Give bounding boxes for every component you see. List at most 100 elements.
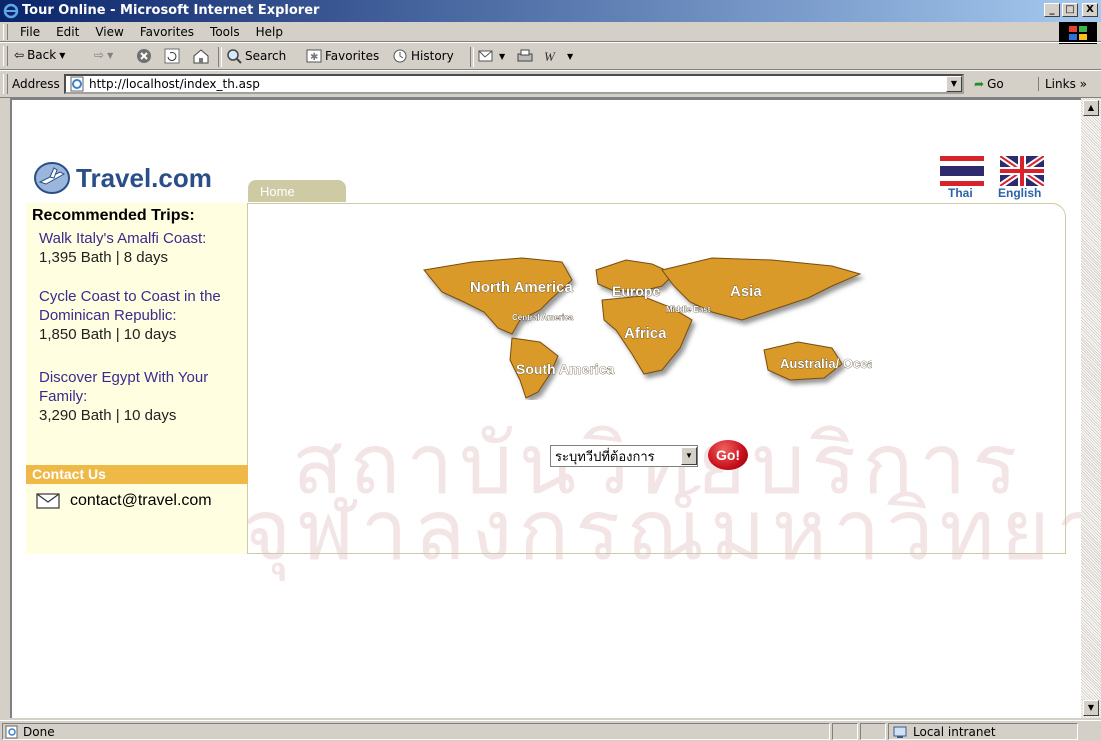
internet-explorer-icon <box>3 3 19 19</box>
home-icon <box>193 49 209 64</box>
favorites-button[interactable]: ✱ Favorites <box>306 48 379 64</box>
world-map[interactable]: North America Central America South Amer… <box>412 250 872 400</box>
address-dropdown-button[interactable]: ▼ <box>946 76 962 92</box>
thai-language-link[interactable]: Thai <box>948 186 973 200</box>
windows-logo-throbber <box>1059 22 1097 44</box>
airplane-globe-icon <box>34 162 70 194</box>
go-submit-button[interactable]: Go! <box>708 440 748 470</box>
forward-arrow-icon: ⇨ <box>94 48 105 62</box>
trip-item: Walk Italy's Amalfi Coast: 1,395 Bath | … <box>39 229 249 267</box>
toolbar-separator <box>218 47 222 67</box>
scroll-down-button[interactable]: ▼ <box>1083 700 1099 716</box>
zone-text: Local intranet <box>913 724 996 739</box>
refresh-icon <box>164 48 180 64</box>
contact-email-link[interactable]: contact@travel.com <box>36 492 212 510</box>
scroll-up-button[interactable]: ▲ <box>1083 100 1099 116</box>
contact-us-header: Contact Us <box>26 465 248 484</box>
favorites-label: Favorites <box>325 49 380 63</box>
menu-view[interactable]: View <box>87 24 131 40</box>
map-label-europe: Europe <box>612 283 660 299</box>
favorites-icon: ✱ <box>306 49 322 63</box>
address-bar: Address http://localhost/index_th.asp ▼ … <box>0 70 1101 98</box>
page-done-icon <box>5 725 18 738</box>
uk-flag-icon[interactable] <box>1000 156 1044 186</box>
go-label: Go <box>987 77 1004 91</box>
address-url: http://localhost/index_th.asp <box>89 77 260 91</box>
trip-meta: 1,850 Bath | 10 days <box>39 326 177 343</box>
minimize-button[interactable]: _ <box>1044 3 1060 17</box>
back-button[interactable]: ⇦ Back ▼ <box>14 48 65 62</box>
stop-icon <box>137 49 151 63</box>
windows-flag-icon <box>1069 26 1087 40</box>
site-name: Travel.com <box>76 162 212 193</box>
standard-toolbar: ⇦ Back ▼ ⇨ ▼ Search ✱ Favorites History … <box>0 42 1101 70</box>
search-icon <box>227 49 242 64</box>
trip-link[interactable]: Discover Egypt With Your Family: <box>39 368 249 406</box>
menu-favorites[interactable]: Favorites <box>132 24 202 40</box>
trip-link[interactable]: Cycle Coast to Coast in the Dominican Re… <box>39 287 249 325</box>
forward-button[interactable]: ⇨ ▼ <box>94 48 113 62</box>
continent-select[interactable]: ระบุทวีปที่ต้องการ ▼ <box>550 445 698 467</box>
trip-item: Cycle Coast to Coast in the Dominican Re… <box>39 287 249 344</box>
window-title: Tour Online - Microsoft Internet Explore… <box>22 3 320 18</box>
svg-text:W: W <box>544 49 556 64</box>
links-label: Links <box>1045 77 1076 91</box>
back-label: Back <box>27 48 57 62</box>
chevron-down-icon: ▼ <box>59 50 66 60</box>
print-icon <box>517 49 533 62</box>
page-icon <box>70 76 84 92</box>
chevron-down-icon: ▼ <box>107 50 114 60</box>
links-button[interactable]: Links » <box>1038 77 1087 91</box>
print-button[interactable] <box>516 48 534 64</box>
menu-edit[interactable]: Edit <box>48 24 87 40</box>
mail-icon <box>478 50 493 62</box>
menu-tools[interactable]: Tools <box>202 24 248 40</box>
address-input[interactable]: http://localhost/index_th.asp ▼ <box>64 74 964 94</box>
toolbar-grip[interactable] <box>3 24 8 40</box>
trip-link[interactable]: Walk Italy's Amalfi Coast: <box>39 229 249 248</box>
refresh-button[interactable] <box>164 48 180 64</box>
english-language-link[interactable]: English <box>998 186 1041 200</box>
chevron-right-icon: » <box>1079 77 1087 91</box>
toolbar-separator <box>470 47 474 67</box>
menu-file[interactable]: File <box>12 24 48 40</box>
back-arrow-icon: ⇦ <box>14 48 25 62</box>
window-title-bar[interactable]: Tour Online - Microsoft Internet Explore… <box>0 0 1101 22</box>
map-label-south-america: South America <box>516 361 614 377</box>
address-label: Address <box>12 77 60 91</box>
status-bar: Done Local intranet <box>0 720 1101 741</box>
go-button[interactable]: ➦ Go <box>974 77 1004 91</box>
browser-content[interactable]: สถาบันวิทยบริการ จุฬาลงกรณ์มหาวิทยาลัย T… <box>10 98 1081 718</box>
svg-text:✱: ✱ <box>310 52 318 63</box>
menu-help[interactable]: Help <box>248 24 291 40</box>
chevron-down-icon[interactable]: ▼ <box>681 447 697 465</box>
status-text: Done <box>23 724 55 739</box>
close-button[interactable]: X <box>1082 3 1098 17</box>
home-button[interactable] <box>192 48 210 64</box>
tab-home[interactable]: Home <box>248 180 346 202</box>
chevron-down-icon: ▼ <box>499 51 506 61</box>
go-arrow-icon: ➦ <box>974 77 985 91</box>
toolbar-grip[interactable] <box>3 46 8 66</box>
map-label-north-america: North America <box>470 279 573 296</box>
security-zone-pane[interactable]: Local intranet <box>888 723 1078 740</box>
history-button[interactable]: History <box>392 48 454 64</box>
menu-bar: File Edit View Favorites Tools Help <box>0 22 1101 44</box>
vertical-scrollbar[interactable]: ▲ ▼ <box>1081 98 1101 718</box>
continent-select-value: ระบุทวีปที่ต้องการ <box>555 449 655 465</box>
web-page: สถาบันวิทยบริการ จุฬาลงกรณ์มหาวิทยาลัย T… <box>12 100 1081 718</box>
toolbar-grip[interactable] <box>3 74 8 94</box>
map-label-asia: Asia <box>730 283 762 300</box>
edit-word-button[interactable]: W ▼ <box>544 48 573 64</box>
search-label: Search <box>245 49 287 63</box>
mail-button[interactable]: ▼ <box>478 48 505 64</box>
search-button[interactable]: Search <box>226 48 286 64</box>
stop-button[interactable] <box>136 48 152 64</box>
chevron-down-icon: ▼ <box>567 51 574 61</box>
north-america-shape[interactable] <box>423 257 573 335</box>
maximize-button[interactable]: □ <box>1062 3 1078 17</box>
site-logo[interactable]: Travel.com <box>32 160 212 196</box>
trip-item: Discover Egypt With Your Family: 3,290 B… <box>39 368 249 425</box>
thai-flag-icon[interactable] <box>940 156 984 186</box>
trip-meta: 3,290 Bath | 10 days <box>39 407 177 424</box>
